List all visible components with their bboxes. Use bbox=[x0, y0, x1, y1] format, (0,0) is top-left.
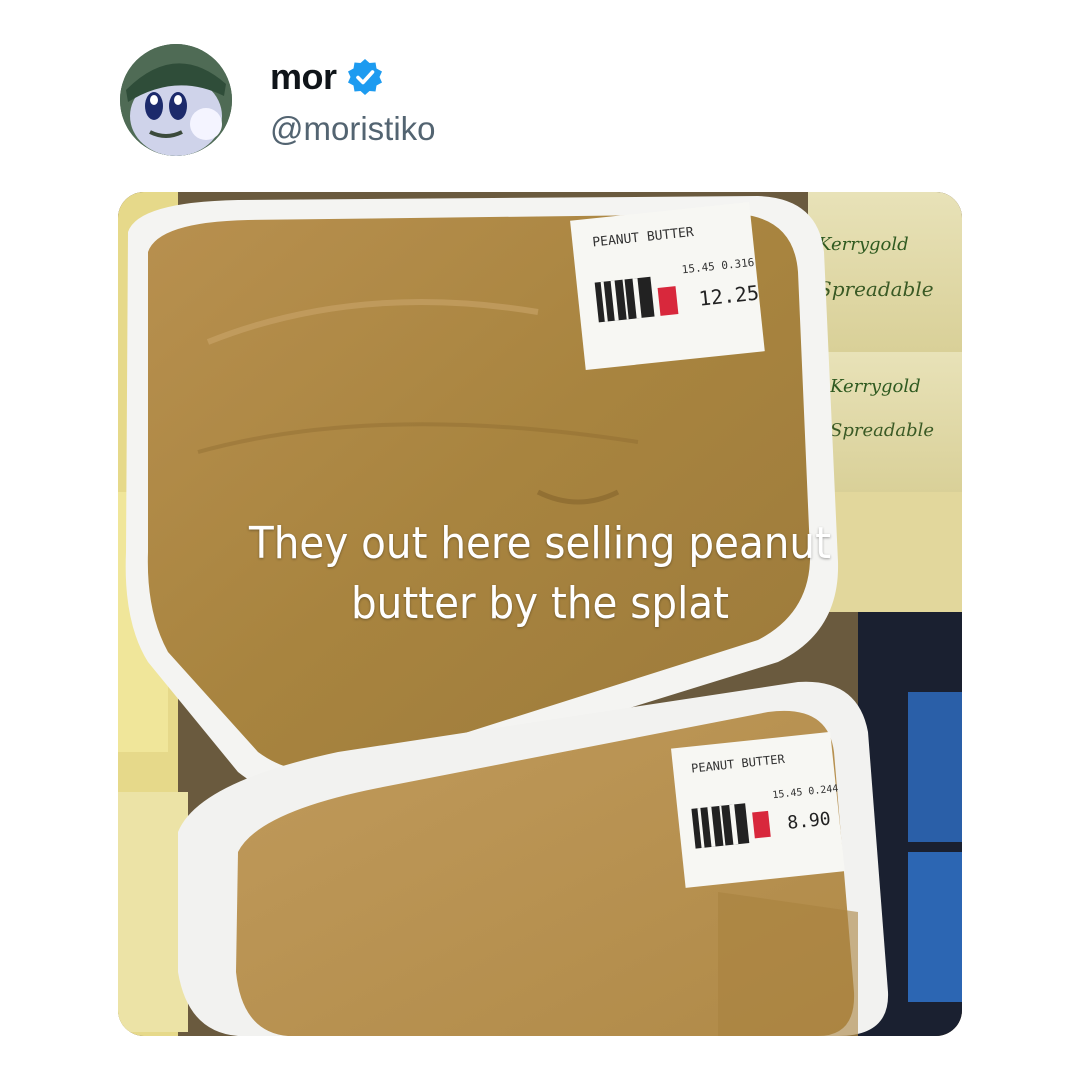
avatar-image bbox=[120, 44, 232, 156]
post-header: mor @moristiko bbox=[118, 42, 978, 162]
caption-line: butter by the splat bbox=[350, 578, 730, 629]
name-row: mor bbox=[270, 56, 385, 98]
brand-text: Kerrygold bbox=[817, 234, 909, 255]
post-media-image[interactable]: Kerrygold Spreadable Kerrygold Spreadabl… bbox=[118, 192, 962, 1036]
brand-text: Kerrygold bbox=[829, 376, 921, 397]
meme-caption: They out here selling peanut butter by t… bbox=[152, 514, 928, 634]
price-label-top: PEANUT BUTTER 15.45 0.316 12.25 bbox=[570, 201, 765, 370]
display-name[interactable]: mor bbox=[270, 56, 337, 98]
brand-text: Spreadable bbox=[818, 277, 934, 301]
caption-line: They out here selling peanut bbox=[249, 518, 831, 569]
username-handle[interactable]: @moristiko bbox=[270, 110, 436, 148]
avatar[interactable] bbox=[120, 44, 232, 156]
price-label-bottom: PEANUT BUTTER 15.45 0.244 8.90 bbox=[671, 731, 845, 888]
brand-text: Spreadable bbox=[830, 420, 934, 441]
verified-badge-icon bbox=[347, 59, 382, 95]
